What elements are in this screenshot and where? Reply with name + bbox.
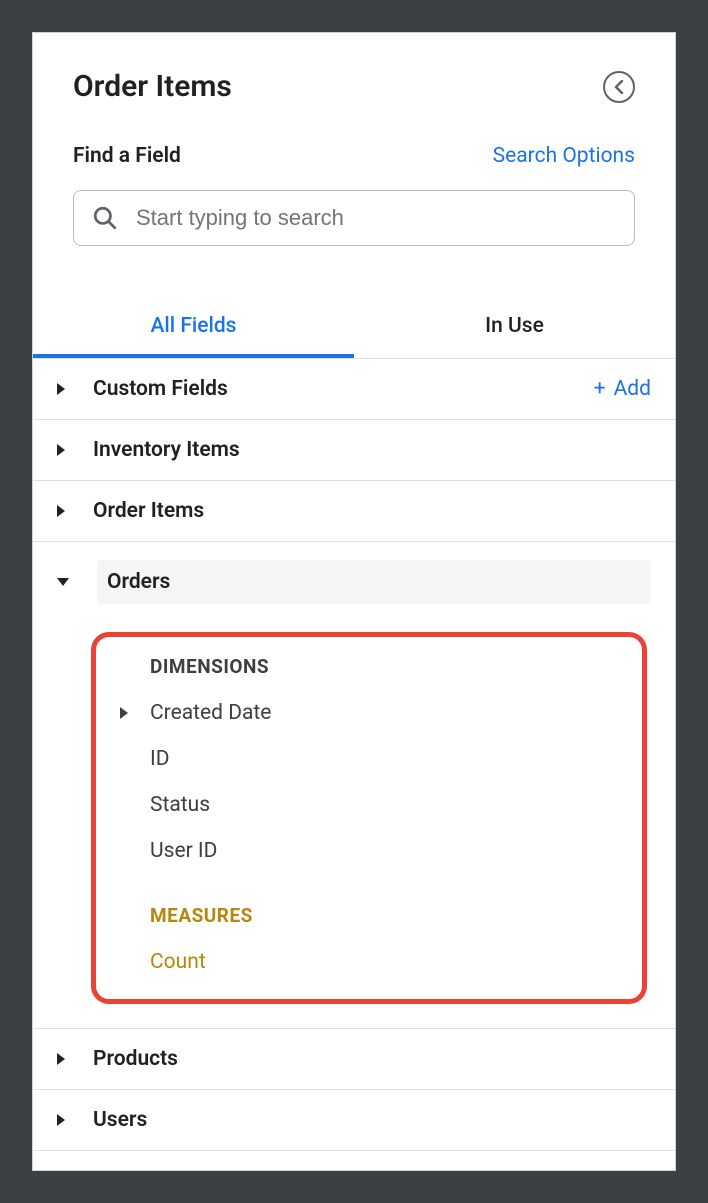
field-count[interactable]: Count — [112, 939, 626, 985]
add-label: Add — [614, 377, 651, 401]
group-label: Users — [93, 1108, 651, 1132]
field-label: ID — [150, 747, 170, 771]
highlight-annotation: DIMENSIONS Created Date ID Status User I… — [91, 632, 647, 1004]
panel-header: Order Items — [33, 33, 675, 124]
search-input-wrapper[interactable] — [73, 190, 635, 246]
caret-right-icon — [57, 1114, 65, 1126]
caret-right-icon — [120, 707, 128, 719]
group-label: Orders — [107, 570, 641, 594]
tabs: All Fields In Use — [33, 298, 675, 359]
group-inventory-items[interactable]: Inventory Items — [33, 420, 675, 481]
group-label: Inventory Items — [93, 438, 651, 462]
search-section: Find a Field Search Options — [33, 124, 675, 274]
collapse-button[interactable] — [603, 71, 635, 103]
field-user-id[interactable]: User ID — [112, 828, 626, 874]
orders-fields-container: DIMENSIONS Created Date ID Status User I… — [87, 616, 651, 1016]
chevron-left-icon — [614, 80, 624, 94]
field-list: Custom Fields + Add Inventory Items Orde… — [33, 359, 675, 1170]
field-label: Status — [150, 793, 210, 817]
group-custom-fields[interactable]: Custom Fields + Add — [33, 359, 675, 420]
field-id[interactable]: ID — [112, 736, 626, 782]
group-label: Products — [93, 1047, 651, 1071]
group-label: Custom Fields — [93, 377, 594, 401]
group-products[interactable]: Products — [33, 1029, 675, 1090]
field-label: Count — [150, 950, 206, 974]
add-custom-field-link[interactable]: + Add — [594, 377, 651, 401]
search-icon — [92, 205, 118, 231]
caret-right-icon — [57, 383, 65, 395]
field-status[interactable]: Status — [112, 782, 626, 828]
search-input[interactable] — [136, 205, 616, 231]
group-order-items[interactable]: Order Items — [33, 481, 675, 542]
field-label: Created Date — [150, 701, 271, 725]
search-options-link[interactable]: Search Options — [493, 144, 635, 168]
tab-all-fields[interactable]: All Fields — [33, 298, 354, 358]
caret-right-icon — [57, 1053, 65, 1065]
caret-right-icon — [57, 444, 65, 456]
tab-in-use[interactable]: In Use — [354, 298, 675, 358]
plus-icon: + — [594, 377, 606, 401]
panel-title: Order Items — [73, 69, 232, 104]
caret-right-icon — [57, 505, 65, 517]
group-label: Order Items — [93, 499, 651, 523]
group-orders: Orders DIMENSIONS Created Date ID Status — [33, 542, 675, 1029]
field-picker-panel: Order Items Find a Field Search Options … — [32, 32, 676, 1171]
search-labels: Find a Field Search Options — [73, 144, 635, 168]
field-created-date[interactable]: Created Date — [112, 690, 626, 736]
field-label: User ID — [150, 839, 217, 863]
caret-down-icon — [57, 578, 69, 586]
measures-header: MEASURES — [150, 904, 626, 927]
group-orders-header[interactable]: Orders — [33, 554, 675, 616]
group-label-box: Orders — [97, 560, 651, 604]
find-field-label: Find a Field — [73, 144, 181, 168]
dimensions-header: DIMENSIONS — [150, 655, 626, 678]
group-users[interactable]: Users — [33, 1090, 675, 1151]
